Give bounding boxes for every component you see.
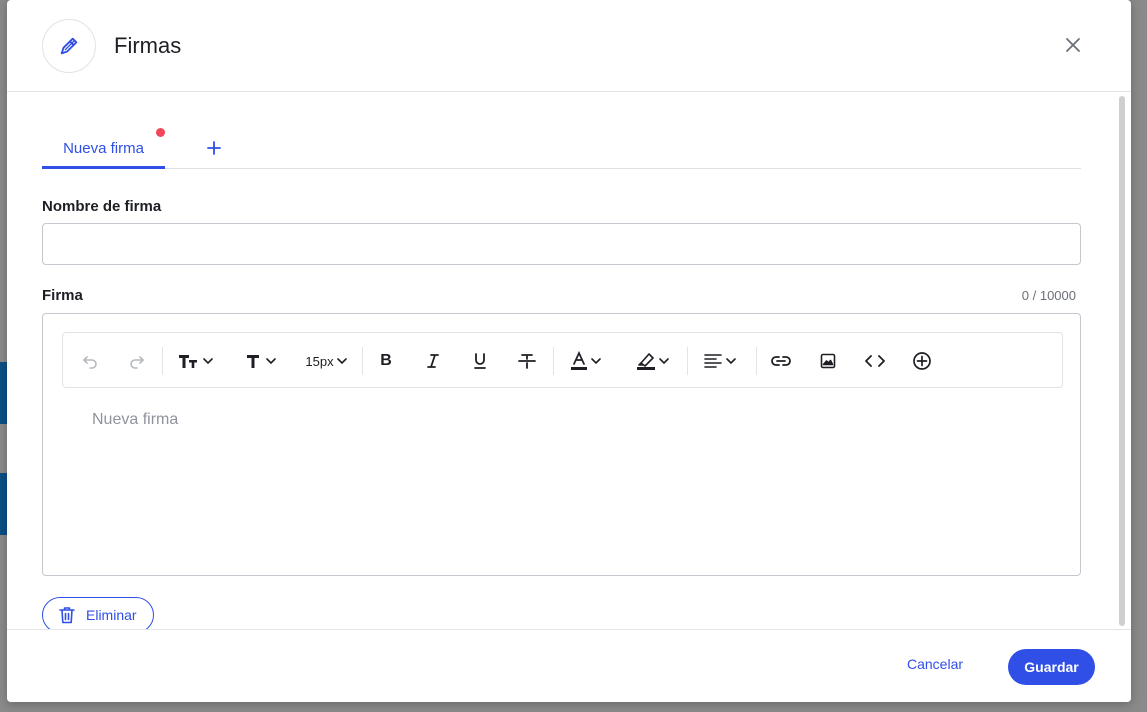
pen-icon xyxy=(58,35,80,57)
name-label: Nombre de firma xyxy=(42,198,162,215)
strikethrough-icon xyxy=(518,353,536,369)
text-color-icon xyxy=(570,351,588,371)
italic-icon xyxy=(426,353,440,369)
undo-icon xyxy=(82,353,98,369)
editor-toolbar: 15px B xyxy=(62,332,1063,388)
link-icon xyxy=(771,355,791,367)
editor-placeholder: Nueva firma xyxy=(92,411,179,428)
font-size-dropdown[interactable]: 15px xyxy=(301,347,351,375)
image-button[interactable] xyxy=(817,347,839,375)
toolbar-separator xyxy=(162,347,163,375)
toolbar-separator xyxy=(553,347,554,375)
undo-button[interactable] xyxy=(79,347,101,375)
add-signature-button[interactable] xyxy=(202,136,226,160)
dialog-body: Nueva firma Nombre de firma Firma 0 / 10… xyxy=(7,92,1131,629)
signatures-dialog: Firmas Nueva firma Nombre de firma Firma… xyxy=(7,0,1131,702)
trash-icon xyxy=(59,606,75,624)
delete-signature-button[interactable]: Eliminar xyxy=(42,597,154,629)
text-size-dropdown[interactable] xyxy=(175,347,215,375)
text-size-icon xyxy=(178,353,200,369)
unsaved-indicator xyxy=(156,128,165,137)
dialog-title: Firmas xyxy=(114,33,182,58)
signature-tabs: Nueva firma xyxy=(42,128,1081,169)
close-icon xyxy=(1065,37,1081,53)
tab-nueva-firma[interactable]: Nueva firma xyxy=(42,130,165,169)
signature-name-input[interactable] xyxy=(42,223,1081,265)
chevron-down-icon xyxy=(266,356,276,366)
text-color-dropdown[interactable] xyxy=(567,347,603,375)
close-button[interactable] xyxy=(1062,34,1084,56)
highlight-icon xyxy=(636,351,656,371)
underline-icon xyxy=(473,352,487,370)
insert-button[interactable] xyxy=(911,347,933,375)
background-panel xyxy=(0,362,7,424)
chevron-down-icon xyxy=(336,356,347,366)
bold-icon: B xyxy=(380,352,392,369)
underline-button[interactable] xyxy=(469,347,491,375)
insert-icon xyxy=(912,351,932,371)
cancel-button[interactable]: Cancelar xyxy=(907,656,963,672)
bold-button[interactable]: B xyxy=(375,347,397,375)
redo-button[interactable] xyxy=(126,347,148,375)
character-counter: 0 / 10000 xyxy=(1021,288,1076,303)
save-button[interactable]: Guardar xyxy=(1008,649,1095,685)
font-size-value: 15px xyxy=(305,353,334,369)
align-dropdown[interactable] xyxy=(702,347,738,375)
dialog-header: Firmas xyxy=(7,0,1131,92)
header-icon-badge xyxy=(42,19,96,73)
plus-icon xyxy=(207,141,221,155)
chevron-down-icon xyxy=(590,356,601,366)
align-icon xyxy=(704,353,722,369)
chevron-down-icon xyxy=(658,356,669,366)
scrollbar[interactable] xyxy=(1119,96,1125,626)
signature-label: Firma xyxy=(42,287,83,304)
redo-icon xyxy=(129,353,145,369)
delete-label: Eliminar xyxy=(86,607,137,623)
link-button[interactable] xyxy=(770,347,792,375)
font-family-dropdown[interactable] xyxy=(243,347,279,375)
code-button[interactable] xyxy=(864,347,886,375)
toolbar-separator xyxy=(687,347,688,375)
chevron-down-icon xyxy=(726,356,736,366)
background-panel xyxy=(0,473,7,535)
code-icon xyxy=(865,354,885,368)
chevron-down-icon xyxy=(202,356,213,366)
strikethrough-button[interactable] xyxy=(516,347,538,375)
font-family-icon xyxy=(246,353,260,369)
image-icon xyxy=(820,353,836,369)
tab-label: Nueva firma xyxy=(63,139,144,157)
highlight-dropdown[interactable] xyxy=(633,347,671,375)
italic-button[interactable] xyxy=(422,347,444,375)
signature-editor[interactable]: 15px B Nueva firma xyxy=(42,313,1081,576)
toolbar-separator xyxy=(756,347,757,375)
dialog-footer: Cancelar Guardar xyxy=(7,629,1131,702)
toolbar-separator xyxy=(362,347,363,375)
